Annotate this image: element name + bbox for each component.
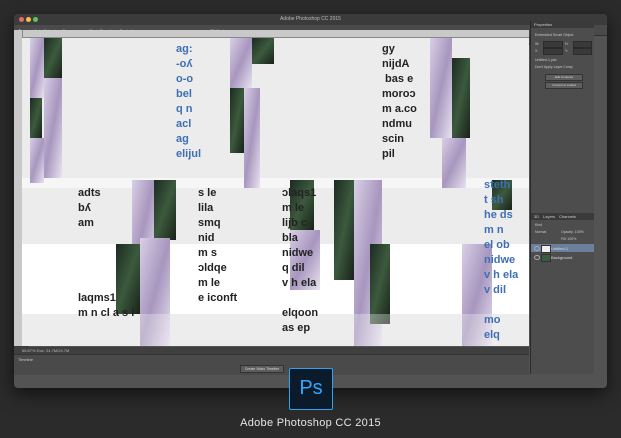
- layer-name: Untitled-1: [551, 246, 569, 251]
- width-field[interactable]: [543, 41, 563, 48]
- x-field[interactable]: [543, 48, 563, 55]
- layer-row[interactable]: Background: [531, 253, 594, 262]
- tab-layers[interactable]: Layers: [543, 214, 555, 219]
- properties-tab-label: Properties: [534, 22, 553, 27]
- layers-panel-tabs: 3D Layers Channels: [531, 213, 594, 220]
- canvas-text-column-5: ɔlaqs1 m le lijb c bla nidwe q dil v h e…: [282, 187, 319, 334]
- create-video-timeline-button[interactable]: Create Video Timeline: [240, 365, 284, 373]
- height-label: H:: [565, 42, 569, 46]
- logo-text: Ps: [299, 377, 323, 399]
- edit-contents-button[interactable]: Edit Contents: [545, 74, 583, 81]
- y-label: Y:: [565, 49, 569, 53]
- canvas-text-column-4: s le lila smq nid m s ɔldqe m le e iconf…: [198, 187, 238, 304]
- canvas-text-column-3: adts bʎ am laqms1 m n cl a s i: [78, 187, 135, 319]
- width-label: W:: [535, 42, 540, 46]
- height-field[interactable]: [573, 41, 592, 48]
- layer-row[interactable]: Untitled-1: [531, 244, 594, 253]
- y-field[interactable]: [573, 48, 592, 55]
- tab-channels[interactable]: Channels: [559, 214, 576, 219]
- convert-to-linked-button[interactable]: Convert to Linked: [545, 82, 583, 89]
- timeline-panel: Timeline Create Video Timeline: [14, 354, 529, 375]
- timeline-label: Timeline: [18, 357, 33, 362]
- blend-mode-dropdown[interactable]: Normal: [535, 230, 546, 234]
- layer-thumbnail: [541, 245, 551, 253]
- layer-comp-dropdown[interactable]: Don't Apply Layer Comp: [535, 65, 573, 69]
- fill-control[interactable]: Fill: 100%: [561, 237, 576, 241]
- layer-thumbnail: [541, 254, 551, 262]
- status-bar: 66.67% Doc: 24.7M/24.7M: [14, 347, 529, 354]
- smart-object-file: Untitled-1.psb: [535, 58, 557, 62]
- visibility-eye-icon[interactable]: [534, 255, 540, 260]
- visibility-eye-icon[interactable]: [534, 246, 540, 251]
- canvas-text-column-2: gy nijdA bas e moroɔ m a.co ndmu scin pi…: [382, 43, 417, 160]
- canvas-text-column-6: steth t sh he ds m n el ob nidwe v h ela…: [484, 179, 519, 341]
- document-canvas[interactable]: ag: -oʎ o-o bel q n acl ag elijul gy nij…: [22, 38, 529, 346]
- photoshop-logo: Ps: [289, 368, 333, 410]
- canvas-text-column-1: ag: -oʎ o-o bel q n acl ag elijul: [176, 43, 202, 160]
- window-title: Adobe Photoshop CC 2015: [280, 16, 341, 22]
- caption: Adobe Photoshop CC 2015: [240, 417, 381, 429]
- tab-3d[interactable]: 3D: [534, 214, 539, 219]
- title-bar: Adobe Photoshop CC 2015: [14, 14, 607, 25]
- x-label: X:: [535, 49, 539, 53]
- opacity-control[interactable]: Opacity: 100%: [561, 230, 584, 234]
- layer-filter-kind[interactable]: Kind: [535, 223, 542, 227]
- properties-panel-tab[interactable]: Properties: [531, 21, 594, 28]
- right-panels: Properties Embedded Smart Object W: X: H…: [530, 21, 594, 374]
- horizontal-ruler: [22, 30, 529, 38]
- layer-name: Background: [551, 255, 573, 260]
- status-text: 66.67% Doc: 24.7M/24.7M: [22, 348, 70, 353]
- smart-object-title: Embedded Smart Object: [535, 33, 574, 37]
